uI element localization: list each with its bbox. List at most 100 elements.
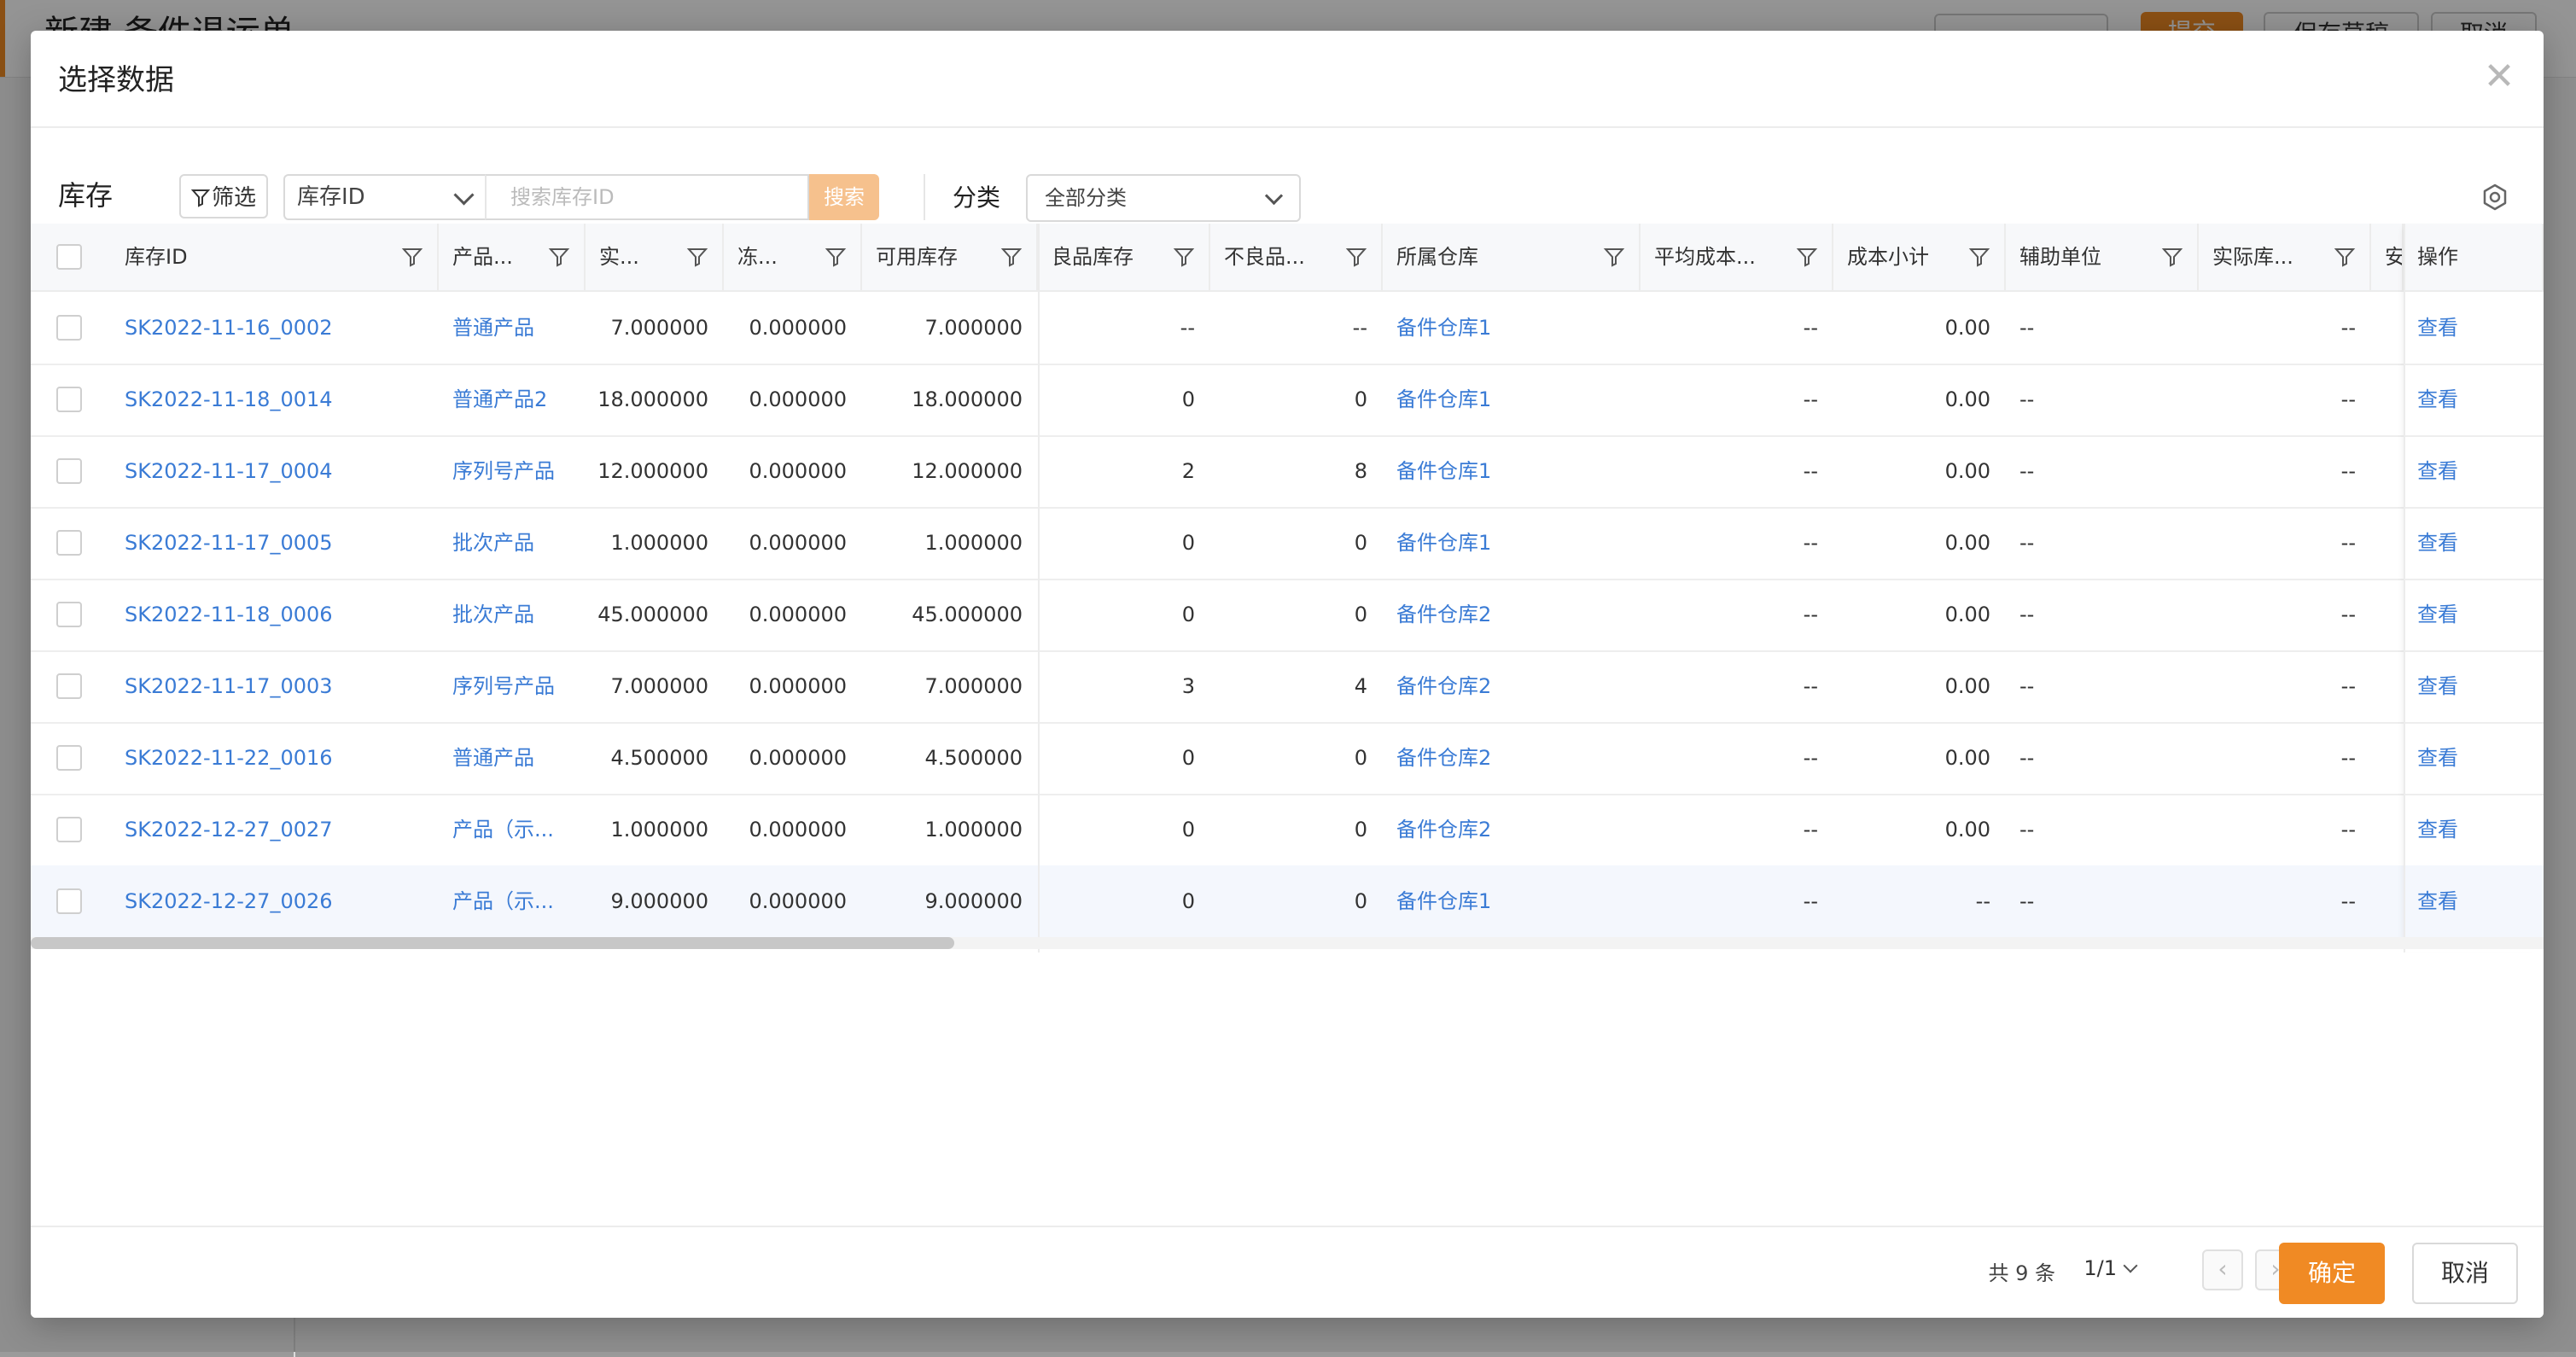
cell-warehouse[interactable]: 备件仓库2 <box>1383 579 1641 650</box>
cell-id[interactable]: SK2022-11-17_0003 <box>111 650 439 722</box>
cell-product[interactable]: 产品（示... <box>439 794 586 865</box>
column-filter-icon[interactable] <box>401 246 423 268</box>
cell-actual_stock: -- <box>2340 818 2356 842</box>
row-checkbox[interactable] <box>56 602 82 627</box>
horizontal-scrollbar[interactable] <box>31 937 2544 949</box>
cell-id[interactable]: SK2022-11-18_0014 <box>111 364 439 435</box>
prev-page-button[interactable]: ‹ <box>2202 1249 2243 1290</box>
cell-product[interactable]: 普通产品2 <box>439 364 586 435</box>
cell-warehouse[interactable]: 备件仓库2 <box>1383 722 1641 794</box>
table-row[interactable]: SK2022-12-27_0026 产品（示... 9.000000 0.000000… <box>31 865 2544 939</box>
dialog-header: 选择数据 ✕ <box>31 31 2544 128</box>
cell-product[interactable]: 普通产品 <box>439 292 586 364</box>
cell-warehouse[interactable]: 备件仓库2 <box>1383 650 1641 722</box>
cell-good: 0 <box>1181 889 1195 913</box>
column-filter-icon[interactable] <box>1173 246 1195 268</box>
column-header-product[interactable]: 产品... <box>439 224 586 290</box>
column-header-safe[interactable]: 安 <box>2371 224 2404 290</box>
row-checkbox[interactable] <box>56 387 82 412</box>
column-header-avg_cost[interactable]: 平均成本... <box>1641 224 1833 290</box>
cell-warehouse[interactable]: 备件仓库2 <box>1383 794 1641 865</box>
cell-warehouse[interactable]: 备件仓库1 <box>1383 435 1641 507</box>
column-filter-icon[interactable] <box>1000 246 1023 268</box>
settings-icon[interactable] <box>2480 183 2509 212</box>
page-select[interactable]: 1/1 <box>2084 1256 2138 1280</box>
cell-id[interactable]: SK2022-11-16_0002 <box>111 292 439 364</box>
column-header-bad[interactable]: 不良品... <box>1210 224 1383 290</box>
cell-id[interactable]: SK2022-12-27_0026 <box>111 865 439 937</box>
search-button[interactable]: 搜索 <box>809 174 879 220</box>
confirm-button[interactable]: 确定 <box>2279 1243 2385 1304</box>
table-row[interactable]: SK2022-11-17_0004 序列号产品 12.000000 0.000000 1… <box>31 435 2544 509</box>
cell-aux_unit: -- <box>2019 674 2035 698</box>
column-filter-icon[interactable] <box>1968 246 1990 268</box>
cell-bad: -- <box>1352 316 1367 340</box>
cell-product[interactable]: 批次产品 <box>439 579 586 650</box>
cell-bad: 8 <box>1354 459 1367 483</box>
cell-product[interactable]: 普通产品 <box>439 722 586 794</box>
cell-id[interactable]: SK2022-11-17_0005 <box>111 507 439 579</box>
column-header-good[interactable]: 良品库存 <box>1038 224 1210 290</box>
cell-good: 3 <box>1181 674 1195 698</box>
cell-warehouse[interactable]: 备件仓库1 <box>1383 292 1641 364</box>
select-all-checkbox[interactable] <box>56 244 82 270</box>
cell-id[interactable]: SK2022-11-22_0016 <box>111 722 439 794</box>
cell-product[interactable]: 批次产品 <box>439 507 586 579</box>
row-checkbox[interactable] <box>56 888 82 914</box>
scrollbar-thumb[interactable] <box>31 937 954 949</box>
column-filter-icon[interactable] <box>548 246 570 268</box>
column-filter-icon[interactable] <box>1796 246 1818 268</box>
category-select[interactable]: 全部分类 <box>1026 174 1301 222</box>
table-row[interactable]: SK2022-11-17_0003 序列号产品 7.000000 0.000000 7.… <box>31 650 2544 724</box>
table-row[interactable]: SK2022-11-18_0014 普通产品2 18.000000 0.000000 1… <box>31 364 2544 437</box>
column-header-available[interactable]: 可用库存 <box>862 224 1038 290</box>
table-row[interactable]: SK2022-11-22_0016 普通产品 4.500000 0.000000 4.5… <box>31 722 2544 795</box>
column-header-actual_stock[interactable]: 实际库... <box>2199 224 2371 290</box>
cell-product[interactable]: 序列号产品 <box>439 435 586 507</box>
cell-id[interactable]: SK2022-11-18_0006 <box>111 579 439 650</box>
dialog-title: 选择数据 <box>58 63 174 97</box>
cancel-button[interactable]: 取消 <box>2412 1243 2518 1304</box>
column-filter-icon[interactable] <box>686 246 708 268</box>
row-checkbox[interactable] <box>56 745 82 771</box>
column-filter-icon[interactable] <box>2161 246 2183 268</box>
search-field-select[interactable]: 库存ID <box>283 174 485 220</box>
cell-aux_unit: -- <box>2019 746 2035 770</box>
cell-bad: 0 <box>1354 531 1367 555</box>
column-header-id[interactable]: 库存ID <box>111 224 439 290</box>
row-checkbox[interactable] <box>56 817 82 842</box>
row-checkbox[interactable] <box>56 530 82 556</box>
column-header-label: 可用库存 <box>876 245 958 269</box>
column-filter-icon[interactable] <box>1603 246 1625 268</box>
close-icon[interactable]: ✕ <box>2479 56 2520 97</box>
row-checkbox[interactable] <box>56 673 82 699</box>
cell-good: 2 <box>1181 459 1195 483</box>
row-checkbox[interactable] <box>56 458 82 484</box>
cell-product[interactable]: 序列号产品 <box>439 650 586 722</box>
table-row[interactable]: SK2022-11-18_0006 批次产品 45.000000 0.000000 45… <box>31 579 2544 652</box>
cell-id[interactable]: SK2022-11-17_0004 <box>111 435 439 507</box>
table-row[interactable]: SK2022-12-27_0027 产品（示... 1.000000 0.000000… <box>31 794 2544 867</box>
cell-warehouse[interactable]: 备件仓库1 <box>1383 364 1641 435</box>
cell-warehouse[interactable]: 备件仓库1 <box>1383 865 1641 937</box>
cell-actual: 9.000000 <box>610 889 708 913</box>
cell-good: 0 <box>1181 818 1195 842</box>
column-header-frozen[interactable]: 冻... <box>724 224 862 290</box>
column-header-cost_subtotal[interactable]: 成本小计 <box>1833 224 2006 290</box>
cell-id[interactable]: SK2022-12-27_0027 <box>111 794 439 865</box>
column-filter-icon[interactable] <box>2334 246 2356 268</box>
column-header-warehouse[interactable]: 所属仓库 <box>1383 224 1641 290</box>
cell-product[interactable]: 产品（示... <box>439 865 586 937</box>
table-row[interactable]: SK2022-11-16_0002 普通产品 7.000000 0.000000 7.0… <box>31 292 2544 365</box>
table-row[interactable]: SK2022-11-17_0005 批次产品 1.000000 0.000000 1.0… <box>31 507 2544 580</box>
column-filter-icon[interactable] <box>825 246 847 268</box>
column-header-actual[interactable]: 实... <box>586 224 724 290</box>
column-header-aux_unit[interactable]: 辅助单位 <box>2006 224 2199 290</box>
column-filter-icon[interactable] <box>1345 246 1367 268</box>
fixed-action-column <box>2404 224 2544 952</box>
cell-actual_stock: -- <box>2340 674 2356 698</box>
filter-button[interactable]: 筛选 <box>179 174 268 218</box>
search-input[interactable]: 搜索库存ID <box>485 174 809 220</box>
cell-warehouse[interactable]: 备件仓库1 <box>1383 507 1641 579</box>
row-checkbox[interactable] <box>56 315 82 341</box>
